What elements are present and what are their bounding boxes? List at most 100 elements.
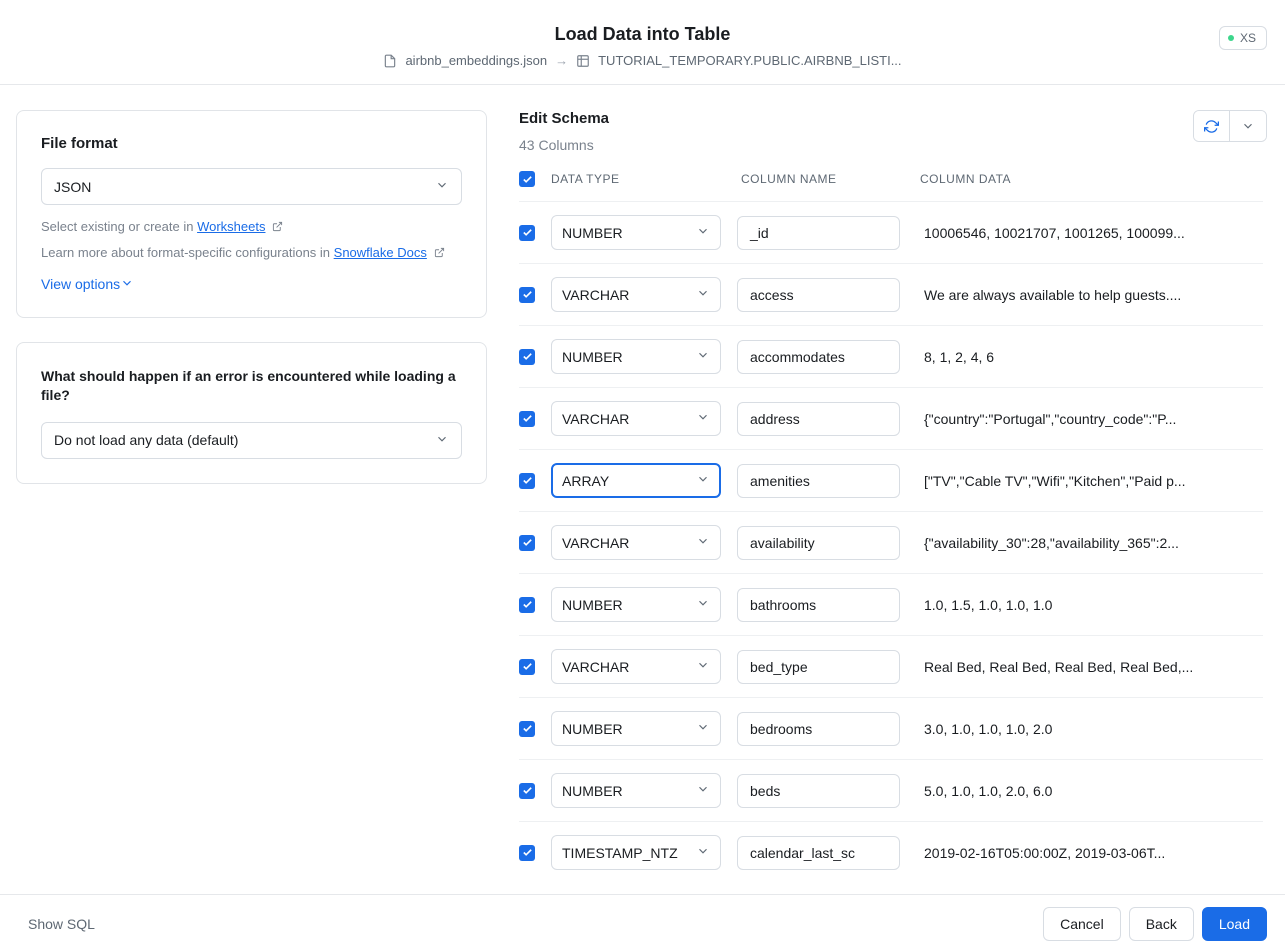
data-type-select[interactable]: NUMBER [551, 711, 721, 746]
row-checkbox[interactable] [519, 411, 535, 427]
row-checkbox[interactable] [519, 721, 535, 737]
schema-row: NUMBERbeds5.0, 1.0, 1.0, 2.0, 6.0 [519, 759, 1263, 821]
data-type-select[interactable]: ARRAY [551, 463, 721, 498]
warehouse-size-label: XS [1240, 31, 1256, 45]
chevron-down-icon [696, 224, 710, 241]
error-question: What should happen if an error is encoun… [41, 367, 462, 406]
file-format-value: JSON [54, 179, 91, 195]
data-type-value: VARCHAR [562, 287, 629, 303]
chevron-down-icon [696, 782, 710, 799]
column-name-input[interactable]: amenities [737, 464, 900, 498]
data-type-value: NUMBER [562, 783, 623, 799]
schema-grid[interactable]: DATA TYPE COLUMN NAME COLUMN DATA NUMBER… [519, 171, 1267, 878]
column-data-preview: {"country":"Portugal","country_code":"P.… [908, 411, 1263, 427]
data-type-select[interactable]: NUMBER [551, 587, 721, 622]
chevron-down-icon [696, 720, 710, 737]
chevron-down-icon [696, 410, 710, 427]
status-dot-icon [1228, 35, 1234, 41]
column-name-input[interactable]: access [737, 278, 900, 312]
error-handling-value: Do not load any data (default) [54, 432, 238, 448]
column-name-input[interactable]: _id [737, 216, 900, 250]
column-data-preview: 8, 1, 2, 4, 6 [908, 349, 1263, 365]
row-checkbox[interactable] [519, 783, 535, 799]
data-type-value: TIMESTAMP_NTZ [562, 845, 678, 861]
file-format-helper-1: Select existing or create in Worksheets [41, 217, 462, 237]
right-panel: Edit Schema 43 Columns DATA TYPE [503, 85, 1285, 894]
select-all-checkbox[interactable] [519, 171, 535, 187]
column-name-input[interactable]: address [737, 402, 900, 436]
data-type-select[interactable]: NUMBER [551, 773, 721, 808]
show-sql-button[interactable]: Show SQL [28, 916, 95, 932]
more-actions-button[interactable] [1230, 111, 1266, 141]
schema-grid-header: DATA TYPE COLUMN NAME COLUMN DATA [519, 171, 1263, 201]
row-checkbox[interactable] [519, 535, 535, 551]
row-checkbox[interactable] [519, 225, 535, 241]
schema-row: ARRAY amenities ["TV","Cable TV","Wifi","K… [519, 449, 1263, 511]
schema-row: VARCHAR address {"country":"Portugal","cou… [519, 387, 1263, 449]
data-type-value: VARCHAR [562, 535, 629, 551]
column-data-preview: {"availability_30":28,"availability_365"… [908, 535, 1263, 551]
snowflake-docs-link[interactable]: Snowflake Docs [334, 245, 427, 260]
data-type-value: NUMBER [562, 225, 623, 241]
data-type-select[interactable]: NUMBER [551, 215, 721, 250]
data-type-value: VARCHAR [562, 411, 629, 427]
schema-row: VARCHAR availability {"availability_30":28… [519, 511, 1263, 573]
back-button[interactable]: Back [1129, 907, 1194, 941]
header-column-data: COLUMN DATA [908, 172, 1263, 186]
file-format-select[interactable]: JSON [41, 168, 462, 205]
data-type-value: NUMBER [562, 721, 623, 737]
row-checkbox[interactable] [519, 473, 535, 489]
row-checkbox[interactable] [519, 659, 535, 675]
data-type-select[interactable]: VARCHAR [551, 525, 721, 560]
row-checkbox[interactable] [519, 349, 535, 365]
column-data-preview: 3.0, 1.0, 1.0, 1.0, 2.0 [908, 721, 1263, 737]
file-format-helper-2: Learn more about format-specific configu… [41, 243, 462, 263]
page-title: Load Data into Table [555, 24, 731, 45]
row-checkbox[interactable] [519, 597, 535, 613]
data-type-select[interactable]: VARCHAR [551, 649, 721, 684]
chevron-down-icon [696, 286, 710, 303]
column-name-input[interactable]: accommodates [737, 340, 900, 374]
schema-row: VARCHARaccessWe are always available to … [519, 263, 1263, 325]
worksheets-link[interactable]: Worksheets [197, 219, 265, 234]
view-options-toggle[interactable]: View options [41, 276, 134, 293]
row-checkbox[interactable] [519, 845, 535, 861]
load-button[interactable]: Load [1202, 907, 1267, 941]
refresh-button[interactable] [1194, 111, 1230, 141]
chevron-down-icon [696, 658, 710, 675]
schema-row: NUMBER_id10006546, 10021707, 1001265, 10… [519, 201, 1263, 263]
schema-row: TIMESTAMP_NTZcalendar_last_sc2019-02-16T… [519, 821, 1263, 878]
column-name-input[interactable]: availability [737, 526, 900, 560]
content-area: File format JSON Select existing or crea… [0, 85, 1285, 894]
data-type-select[interactable]: VARCHAR [551, 401, 721, 436]
file-icon [383, 54, 397, 68]
warehouse-badge[interactable]: XS [1219, 26, 1267, 50]
source-file-name: airbnb_embeddings.json [405, 53, 547, 68]
chevron-down-icon [120, 276, 134, 293]
schema-row: NUMBER accommodates 8, 1, 2, 4, 6 [519, 325, 1263, 387]
data-type-select[interactable]: VARCHAR [551, 277, 721, 312]
column-name-input[interactable]: beds [737, 774, 900, 808]
error-handling-select[interactable]: Do not load any data (default) [41, 422, 462, 459]
column-name-input[interactable]: bedrooms [737, 712, 900, 746]
header-column-name: COLUMN NAME [729, 172, 908, 186]
chevron-down-icon [696, 534, 710, 551]
column-name-input[interactable]: calendar_last_sc [737, 836, 900, 870]
target-table-name: TUTORIAL_TEMPORARY.PUBLIC.AIRBNB_LISTI..… [598, 53, 901, 68]
schema-row: NUMBER bedrooms 3.0, 1.0, 1.0, 1.0, 2.0 [519, 697, 1263, 759]
data-type-value: NUMBER [562, 597, 623, 613]
data-type-select[interactable]: NUMBER [551, 339, 721, 374]
column-name-input[interactable]: bed_type [737, 650, 900, 684]
column-data-preview: 1.0, 1.5, 1.0, 1.0, 1.0 [908, 597, 1263, 613]
chevron-down-icon [696, 472, 710, 489]
left-panel: File format JSON Select existing or crea… [0, 85, 503, 894]
data-type-select[interactable]: TIMESTAMP_NTZ [551, 835, 721, 870]
schema-actions [1193, 110, 1267, 142]
row-checkbox[interactable] [519, 287, 535, 303]
column-data-preview: ["TV","Cable TV","Wifi","Kitchen","Paid … [908, 473, 1263, 489]
arrow-right-icon: → [555, 53, 568, 68]
cancel-button[interactable]: Cancel [1043, 907, 1121, 941]
column-name-input[interactable]: bathrooms [737, 588, 900, 622]
data-type-value: ARRAY [562, 473, 609, 489]
file-format-card: File format JSON Select existing or crea… [16, 110, 487, 318]
